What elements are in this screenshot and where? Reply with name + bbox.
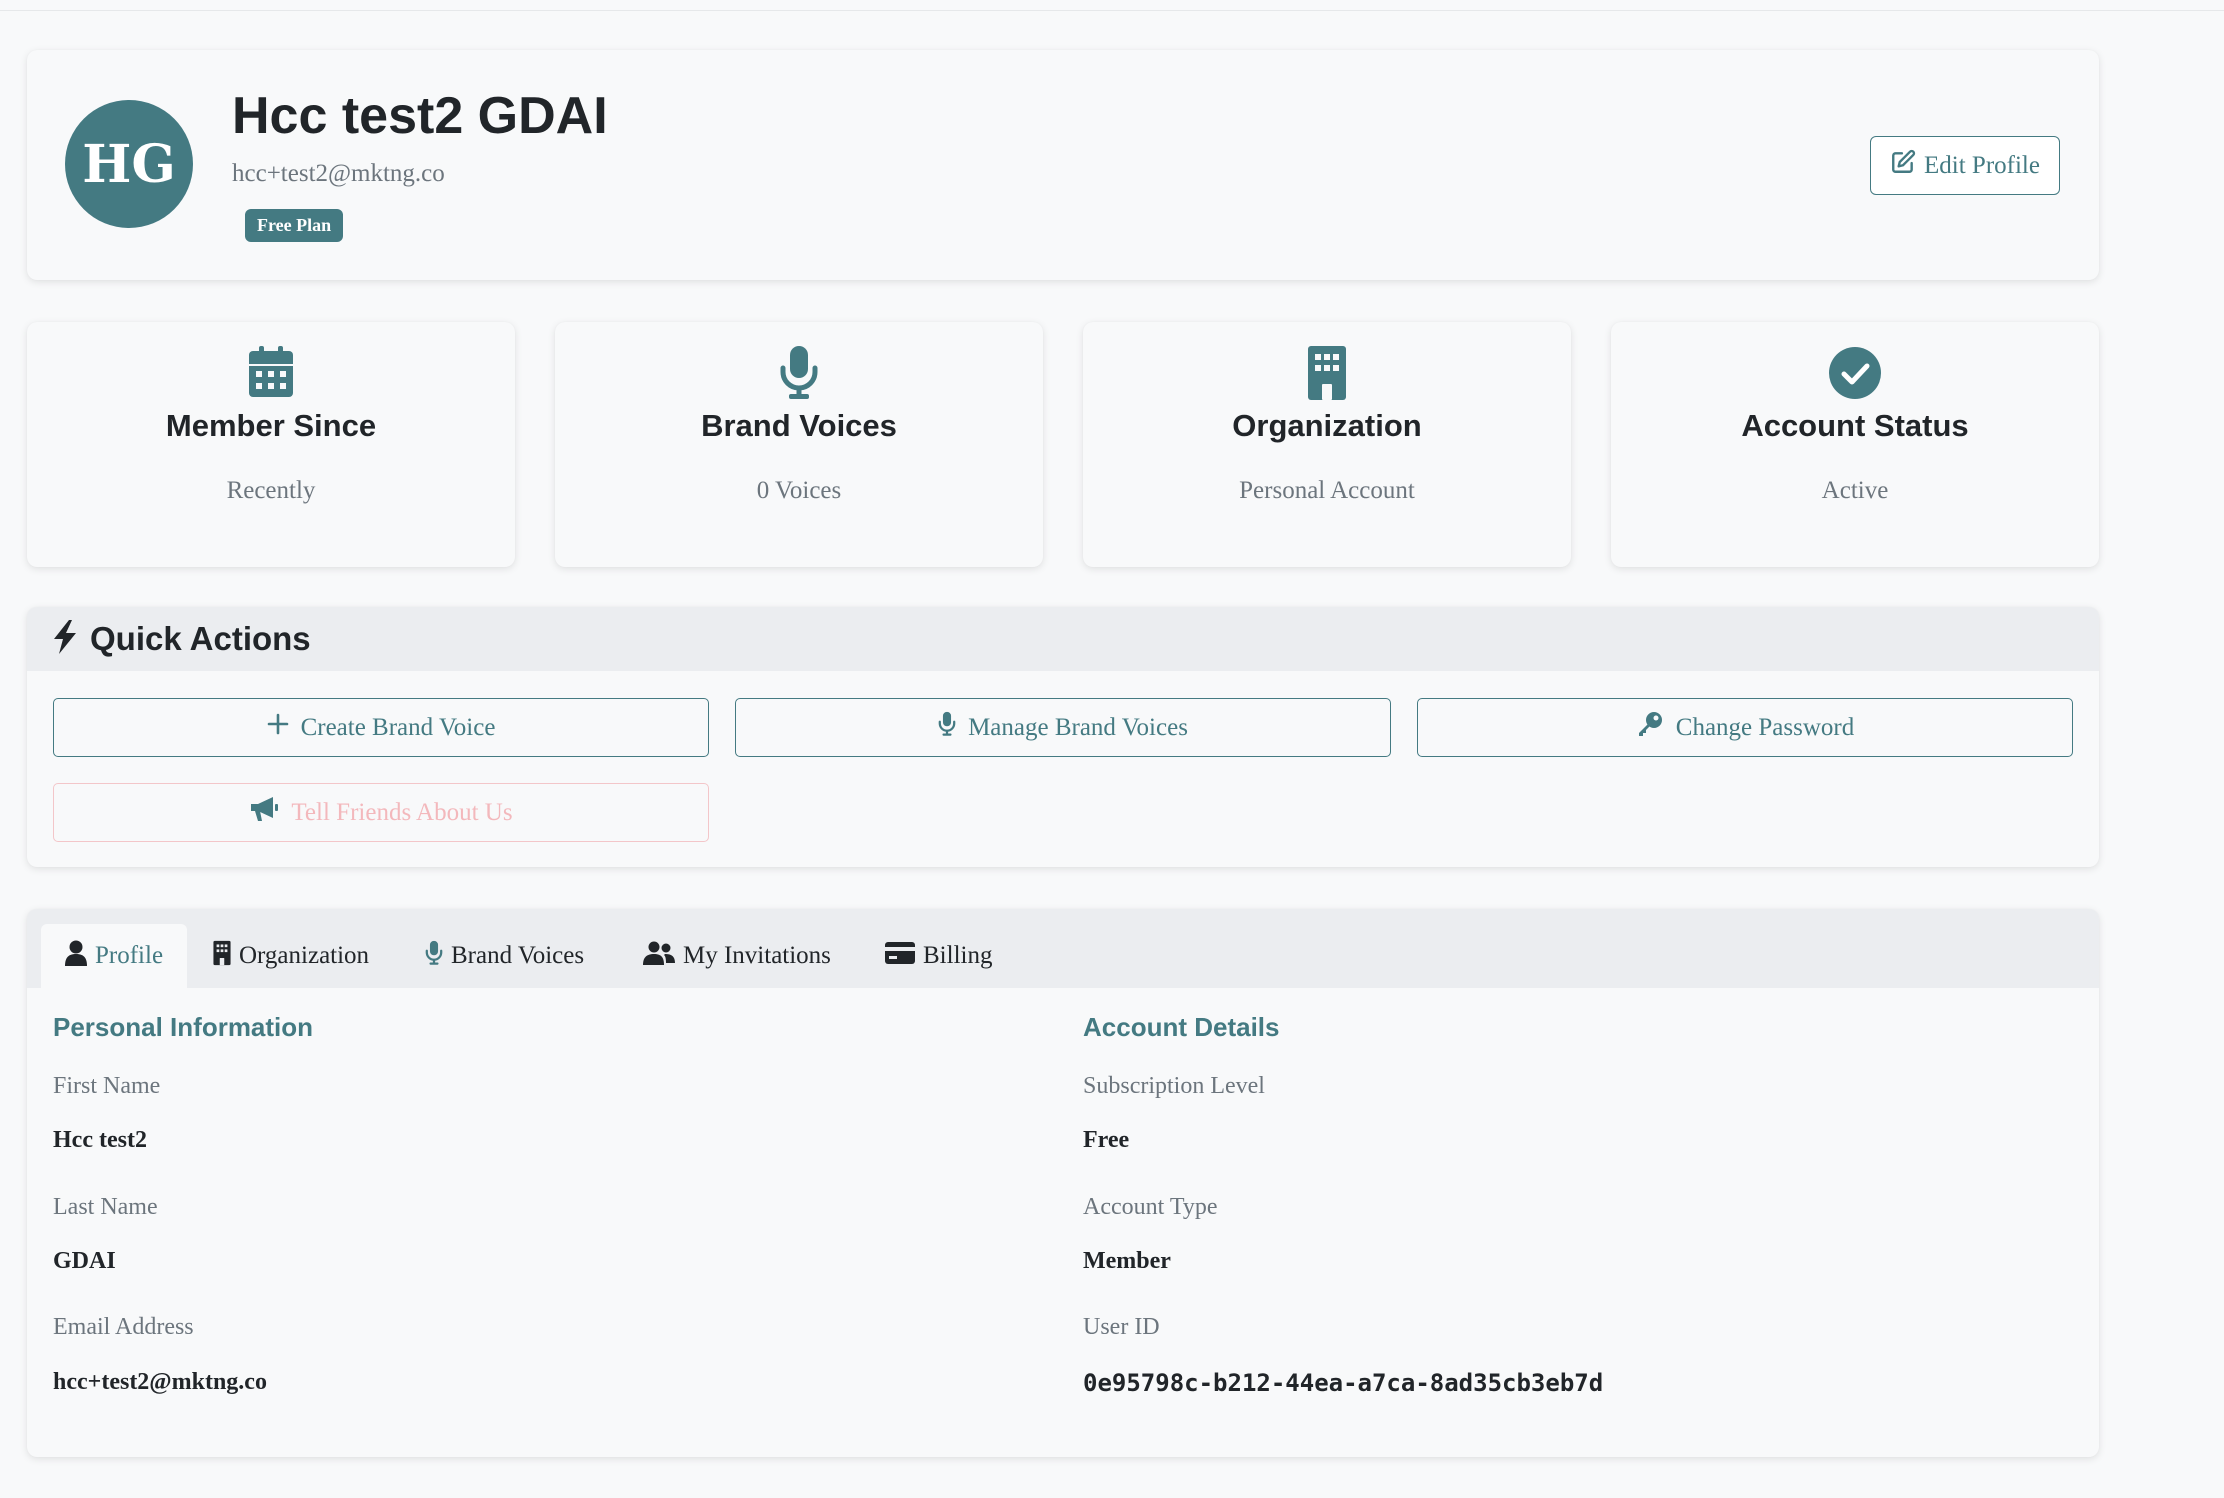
- microphone-icon: [425, 940, 443, 973]
- quick-actions-header: Quick Actions: [27, 607, 2099, 671]
- tab-label: Brand Voices: [451, 942, 585, 969]
- calendar-icon: [27, 346, 515, 400]
- stat-value: Personal Account: [1239, 477, 1415, 504]
- profile-email: hcc+test2@mktng.co: [232, 160, 445, 187]
- bolt-icon: [52, 619, 78, 659]
- email-value: hcc+test2@mktng.co: [53, 1369, 267, 1395]
- quick-actions-card: Quick Actions Create Brand Voice Manage …: [27, 607, 2099, 867]
- plan-badge: Free Plan: [245, 209, 344, 242]
- tab-label: Organization: [239, 942, 370, 969]
- user-id-value: 0e95798c-b212-44ea-a7ca-8ad35cb3eb7d: [1083, 1369, 1604, 1397]
- tab-my-invitations[interactable]: My Invitations: [619, 924, 855, 988]
- credit-card-icon: [885, 941, 915, 971]
- personal-info-title: Personal Information: [53, 1012, 314, 1042]
- stat-value: 0 Voices: [756, 477, 842, 504]
- stat-card-member-since: Member Since Recently: [27, 322, 515, 567]
- stat-card-organization: Organization Personal Account: [1083, 322, 1571, 567]
- first-name-value: Hcc test2: [53, 1127, 147, 1153]
- subscription-level-value: Free: [1083, 1127, 1130, 1153]
- stat-title: Brand Voices: [701, 408, 897, 443]
- create-brand-voice-button[interactable]: Create Brand Voice: [53, 698, 709, 757]
- tab-profile[interactable]: Profile: [41, 924, 188, 988]
- user-id-label: User ID: [1083, 1314, 1160, 1340]
- manage-brand-voices-label: Manage Brand Voices: [968, 713, 1188, 741]
- profile-name: Hcc test2 GDAI: [232, 87, 608, 145]
- profile-tabs-card: Profile Organization Brand Voices My Inv…: [27, 909, 2099, 1457]
- users-icon: [643, 941, 675, 972]
- stat-card-account-status: Account Status Active: [1611, 322, 2099, 567]
- megaphone-icon: [249, 796, 279, 829]
- stat-value: Recently: [226, 477, 316, 504]
- last-name-label: Last Name: [53, 1194, 158, 1220]
- check-circle-icon: [1611, 346, 2099, 400]
- building-icon: [213, 940, 231, 973]
- tell-friends-label: Tell Friends About Us: [291, 798, 513, 826]
- manage-brand-voices-button[interactable]: Manage Brand Voices: [735, 698, 1391, 757]
- tab-label: Profile: [95, 942, 164, 969]
- stat-title: Account Status: [1741, 408, 1969, 443]
- stat-card-brand-voices: Brand Voices 0 Voices: [555, 322, 1043, 567]
- microphone-icon: [555, 346, 1043, 400]
- user-icon: [65, 940, 87, 973]
- tab-billing[interactable]: Billing: [861, 924, 1016, 988]
- profile-card: HG Hcc test2 GDAI hcc+test2@mktng.co Fre…: [27, 50, 2099, 280]
- change-password-label: Change Password: [1675, 713, 1855, 741]
- edit-profile-label: Edit Profile: [1924, 151, 2040, 179]
- edit-icon: [1890, 149, 1916, 182]
- tab-brand-voices[interactable]: Brand Voices: [401, 924, 608, 988]
- tab-bar: Profile Organization Brand Voices My Inv…: [27, 909, 2099, 988]
- tab-organization[interactable]: Organization: [189, 924, 393, 988]
- stat-title: Member Since: [165, 408, 377, 443]
- tab-label: Billing: [923, 942, 993, 969]
- quick-actions-title: Quick Actions: [90, 620, 311, 657]
- avatar: HG: [65, 100, 193, 228]
- plus-icon: [267, 713, 289, 742]
- create-brand-voice-label: Create Brand Voice: [300, 713, 496, 741]
- microphone-icon: [938, 711, 956, 744]
- tab-label: My Invitations: [683, 942, 831, 969]
- edit-profile-button[interactable]: Edit Profile: [1870, 136, 2060, 195]
- email-label: Email Address: [53, 1314, 194, 1340]
- account-type-value: Member: [1083, 1248, 1171, 1274]
- account-type-label: Account Type: [1083, 1194, 1218, 1220]
- last-name-value: GDAI: [53, 1248, 116, 1274]
- tell-friends-button[interactable]: Tell Friends About Us: [53, 783, 709, 842]
- top-divider: [0, 10, 2224, 11]
- building-icon: [1083, 346, 1571, 400]
- change-password-button[interactable]: Change Password: [1417, 698, 2073, 757]
- account-details-title: Account Details: [1083, 1012, 1280, 1042]
- key-icon: [1636, 710, 1664, 745]
- stat-title: Organization: [1232, 408, 1422, 443]
- subscription-level-label: Subscription Level: [1083, 1073, 1265, 1099]
- first-name-label: First Name: [53, 1073, 161, 1099]
- stat-value: Active: [1821, 477, 1889, 504]
